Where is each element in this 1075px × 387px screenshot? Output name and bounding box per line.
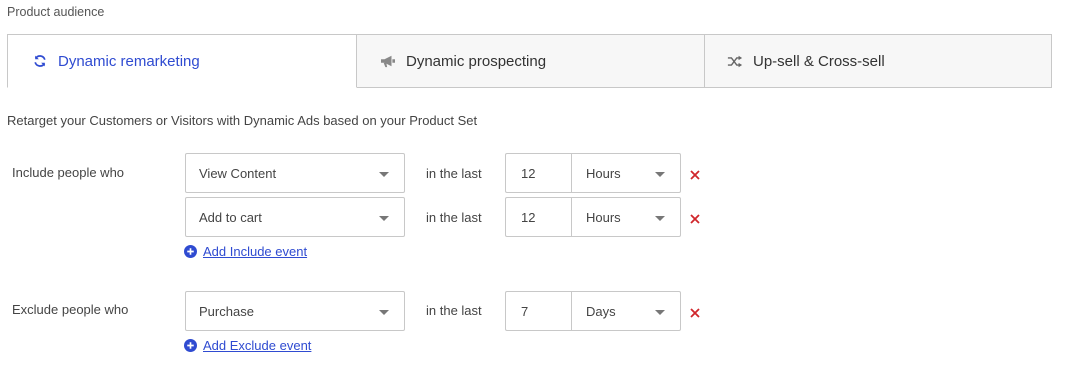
remove-icon[interactable] [690,305,702,318]
add-link-text: Add Include event [203,244,308,259]
plus-circle-icon [184,245,197,258]
select-value: Days [586,303,616,319]
tab-label: Up-sell & Cross-sell [753,52,885,70]
description: Retarget your Customers or Visitors with… [7,113,478,128]
exclude-label: Exclude people who [12,302,129,317]
number-value: 7 [521,303,529,319]
audience-tabs: Dynamic remarketing Dynamic prospecting … [7,34,1052,88]
chevron-down-icon [655,310,665,315]
in-the-last-label: in the last [426,303,482,318]
remove-icon[interactable] [690,211,702,224]
select-value: Add to cart [199,209,262,225]
refresh-icon [31,52,49,70]
time-unit-select-3[interactable]: Days [571,291,681,331]
number-value: 12 [521,165,536,181]
shuffle-icon [726,52,744,70]
time-number-input-1[interactable]: 12 [505,153,572,193]
select-value: View Content [199,165,277,181]
tab-dynamic-prospecting[interactable]: Dynamic prospecting [357,34,705,88]
exclude-event-select-1[interactable]: Purchase [185,291,405,331]
include-event-select-2[interactable]: Add to cart [185,197,405,237]
chevron-down-icon [655,172,665,177]
include-label: Include people who [12,165,125,180]
plus-circle-icon [184,339,197,352]
time-unit-select-1[interactable]: Hours [571,153,681,193]
add-link-text: Add Exclude event [203,338,312,353]
remove-icon[interactable] [690,167,702,180]
number-value: 12 [521,209,536,225]
tab-label: Dynamic remarketing [58,52,200,70]
include-event-select-1[interactable]: View Content [185,153,405,193]
megaphone-icon [379,52,397,70]
time-unit-select-2[interactable]: Hours [571,197,681,237]
chevron-down-icon [379,216,389,221]
chevron-down-icon [655,216,665,221]
add-exclude-event-link[interactable]: Add Exclude event [184,338,311,353]
tab-upsell-crosssell[interactable]: Up-sell & Cross-sell [705,34,1052,88]
time-number-input-2[interactable]: 12 [505,197,572,237]
time-number-input-3[interactable]: 7 [505,291,572,331]
section-title: Product audience [7,5,105,19]
select-value: Hours [586,165,621,181]
chevron-down-icon [379,172,389,177]
tab-label: Dynamic prospecting [406,52,547,70]
select-value: Hours [586,209,621,225]
add-include-event-link[interactable]: Add Include event [184,244,307,259]
in-the-last-label: in the last [426,210,482,225]
tab-dynamic-remarketing[interactable]: Dynamic remarketing [7,34,357,88]
in-the-last-label: in the last [426,166,482,181]
chevron-down-icon [379,310,389,315]
select-value: Purchase [199,303,254,319]
